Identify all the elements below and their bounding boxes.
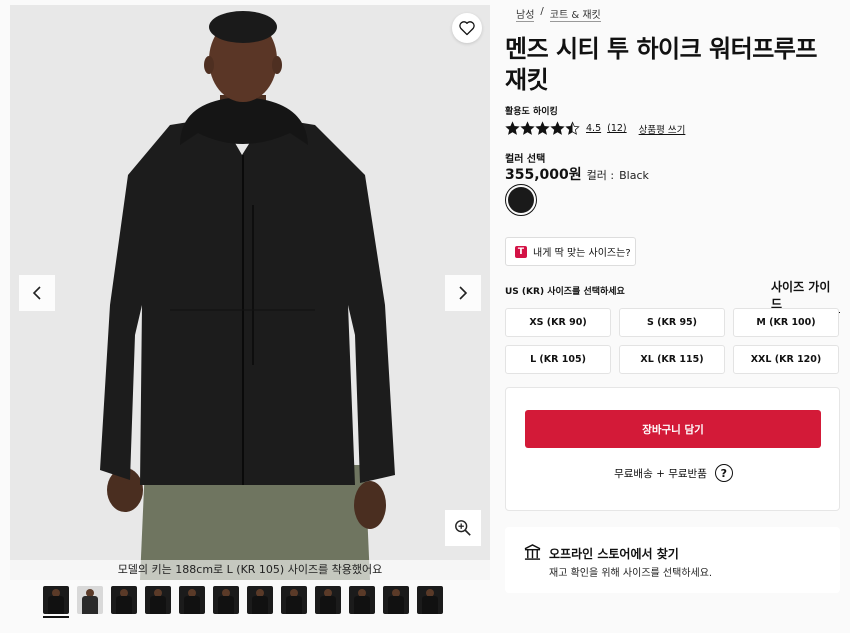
thumb-body [388, 596, 404, 614]
thumbnail[interactable] [281, 586, 307, 618]
thumb-body [320, 596, 336, 614]
fit-finder-button[interactable]: T 내게 딱 맞는 사이즈는? [505, 237, 636, 266]
thumbnail[interactable] [179, 586, 205, 618]
prev-image-button[interactable] [19, 275, 55, 311]
thumbnail-image [179, 586, 205, 614]
review-count[interactable]: (12) [607, 123, 627, 134]
fit-finder-logo: T [515, 245, 527, 258]
rating-value[interactable]: 4.5 [586, 123, 601, 134]
store-icon [524, 544, 541, 560]
thumbnail[interactable] [213, 586, 239, 618]
breadcrumb-separator: / [540, 6, 544, 17]
thumb-body [150, 596, 166, 614]
color-prefix: 컬러 : [586, 169, 615, 182]
thumbnail-image [43, 586, 69, 614]
star-icon [505, 121, 520, 135]
model-size-note: 모델의 키는 188cm로 L (KR 105) 사이즈를 착용했어요 [10, 560, 490, 580]
star-rating [505, 121, 580, 136]
size-option[interactable]: S (KR 95) [619, 308, 725, 337]
price-row: 355,000원 컬러 : Black [505, 164, 649, 184]
add-to-cart-button[interactable]: 장바구니 담기 [525, 410, 821, 448]
thumbnail-image [349, 586, 375, 614]
thumbnail-image [145, 586, 171, 614]
color-name: Black [619, 169, 649, 182]
size-option[interactable]: XXL (KR 120) [733, 345, 839, 374]
thumbnail-image [281, 586, 307, 614]
size-option[interactable]: XS (KR 90) [505, 308, 611, 337]
star-icon [535, 121, 550, 135]
thumbnail-strip [43, 586, 443, 618]
size-option[interactable]: XL (KR 115) [619, 345, 725, 374]
thumbnail-image [77, 586, 103, 614]
swatch-fill [508, 187, 534, 213]
store-subtitle: 재고 확인을 위해 사이즈를 선택하세요. [549, 568, 713, 579]
thumb-body [184, 596, 200, 614]
size-options: XS (KR 90) S (KR 95) M (KR 100) L (KR 105) X… [505, 308, 840, 374]
breadcrumb: 남성 / 코트 & 재킷 [516, 6, 601, 22]
thumbnail[interactable] [43, 586, 69, 618]
thumb-body [354, 596, 370, 614]
chevron-left-icon [32, 286, 41, 300]
chevron-right-icon [459, 286, 468, 300]
shipping-info: 무료배송 + 무료반품 ? [506, 464, 841, 482]
store-title: 오프라인 스토어에서 찾기 [549, 547, 679, 561]
star-icon [565, 121, 580, 135]
thumbnail[interactable] [145, 586, 171, 618]
activity-tag: 활용도 하이킹 [505, 107, 558, 117]
thumbnail[interactable] [111, 586, 137, 618]
thumb-body [252, 596, 268, 614]
star-icon [550, 121, 565, 135]
thumbnail-image [213, 586, 239, 614]
thumbnail-image [315, 586, 341, 614]
thumbnail-image [247, 586, 273, 614]
thumbnail[interactable] [247, 586, 273, 618]
breadcrumb-coats-jackets[interactable]: 코트 & 재킷 [549, 6, 601, 22]
thumbnail[interactable] [383, 586, 409, 618]
size-option[interactable]: L (KR 105) [505, 345, 611, 374]
next-image-button[interactable] [445, 275, 481, 311]
thumb-body [286, 596, 302, 614]
wishlist-button[interactable] [452, 13, 482, 43]
find-in-store[interactable]: 오프라인 스토어에서 찾기 재고 확인을 위해 사이즈를 선택하세요. [505, 527, 840, 593]
color-section-label: 컬러 선택 [505, 154, 546, 165]
thumb-body [116, 596, 132, 614]
color-swatch-black[interactable] [505, 184, 537, 216]
thumb-body [218, 596, 234, 614]
product-gallery: 모델의 키는 188cm로 L (KR 105) 사이즈를 착용했어요 [10, 5, 490, 580]
rating-row: 4.5 (12) 상품평 쓰기 [505, 121, 685, 136]
thumb-body [82, 596, 98, 614]
thumb-body [48, 596, 64, 614]
star-icon [520, 121, 535, 135]
product-photo [10, 5, 490, 580]
thumbnail-image [111, 586, 137, 614]
thumb-body [422, 596, 438, 614]
fit-finder-label: 내게 딱 맞는 사이즈는? [533, 248, 631, 259]
price: 355,000원 [505, 167, 582, 183]
thumbnail[interactable] [349, 586, 375, 618]
cart-panel: 장바구니 담기 무료배송 + 무료반품 ? [505, 387, 840, 511]
size-prompt: US (KR) 사이즈를 선택하세요 [505, 287, 625, 297]
thumbnail[interactable] [77, 586, 103, 618]
zoom-button[interactable] [445, 510, 481, 546]
breadcrumb-men[interactable]: 남성 [516, 6, 535, 22]
write-review-link[interactable]: 상품평 쓰기 [639, 122, 686, 136]
zoom-in-icon [455, 520, 471, 536]
product-title: 멘즈 시티 투 하이크 워터프루프 재킷 [505, 35, 817, 94]
shipping-text: 무료배송 + 무료반품 [614, 467, 707, 480]
thumbnail[interactable] [417, 586, 443, 618]
thumbnail-image [383, 586, 409, 614]
size-option[interactable]: M (KR 100) [733, 308, 839, 337]
help-icon[interactable]: ? [714, 464, 733, 482]
thumbnail-image [417, 586, 443, 614]
heart-icon [459, 21, 475, 36]
thumbnail[interactable] [315, 586, 341, 618]
